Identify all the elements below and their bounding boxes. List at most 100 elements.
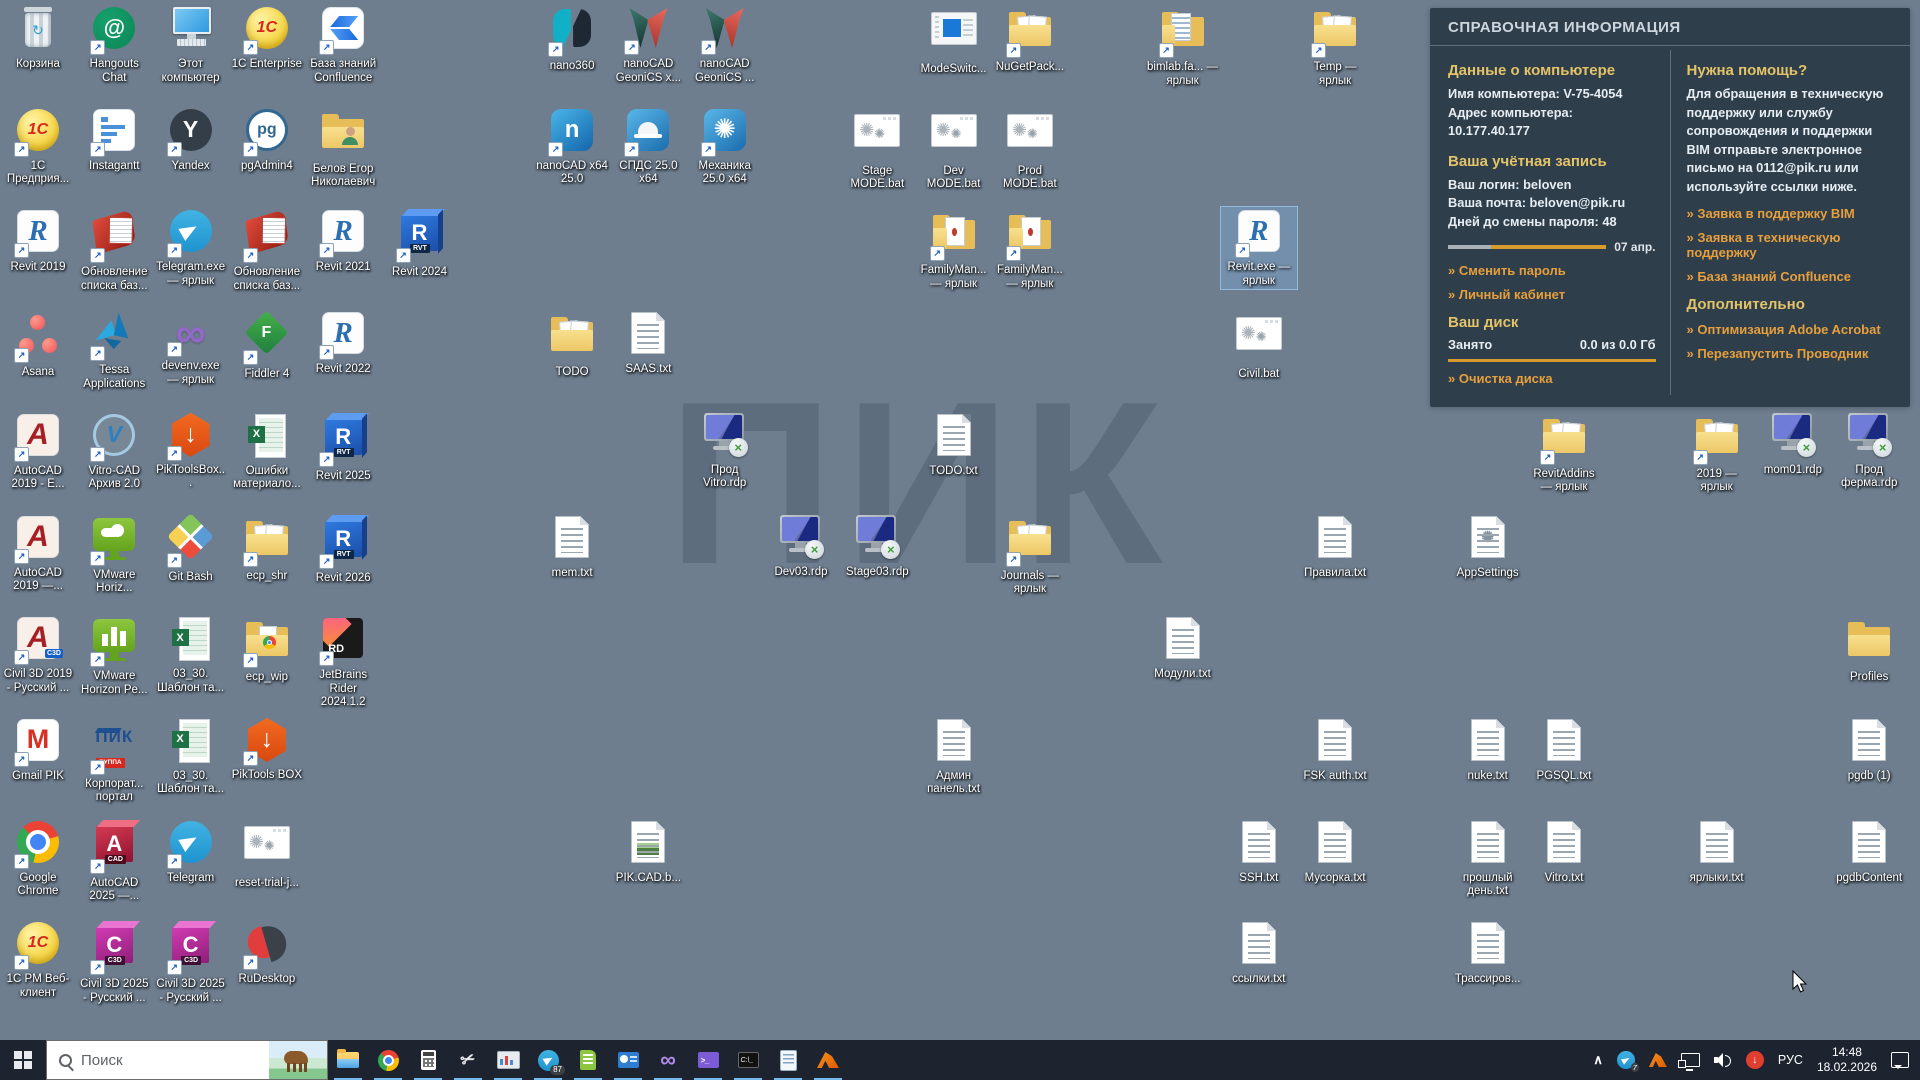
taskbar-pinned-notepad-plus-plus[interactable] <box>568 1040 608 1080</box>
desktop-icon-txt[interactable]: ярлыки.txt <box>1679 818 1755 886</box>
desktop-icon-2019[interactable]: ↗2019 — ярлык <box>1679 411 1755 495</box>
autodesk-tray-tray-button[interactable] <box>1642 1040 1674 1080</box>
desktop-icon-ssh-txt[interactable]: SSH.txt <box>1221 818 1297 886</box>
desktop-icon-txt[interactable]: Модули.txt <box>1145 614 1221 682</box>
desktop-icon-familyman[interactable]: ↗FamilyMan... — ярлык <box>992 207 1068 291</box>
desktop-icon-prod-mode-bat[interactable]: ✺✺Prod MODE.bat <box>992 106 1068 192</box>
desktop-icon-revit-2025[interactable]: RRVT↗Revit 2025 <box>305 411 381 484</box>
taskbar-pinned-calculator[interactable] <box>408 1040 448 1080</box>
desktop-icon-fsk-auth-txt[interactable]: FSK auth.txt <box>1297 716 1373 784</box>
taskbar-pinned-snipping-tool[interactable]: ✂ <box>448 1040 488 1080</box>
taskbar-pinned-powershell[interactable]: >_ <box>688 1040 728 1080</box>
desktop-icon-devenv-exe[interactable]: ∞↗devenv.exe — ярлык <box>153 309 229 387</box>
desktop-icon-txt[interactable]: прошлый день.txt <box>1450 818 1526 899</box>
desktop-icon-vitro-rdp[interactable]: ×Прод Vitro.rdp <box>687 411 763 491</box>
taskbar-pinned-file-explorer[interactable] <box>328 1040 368 1080</box>
restart-explorer-link[interactable]: » Перезапустить Проводник <box>1687 346 1895 361</box>
desktop-icon-dev03-rdp[interactable]: ×Dev03.rdp <box>763 513 839 580</box>
desktop-icon-dev-mode-bat[interactable]: ✺✺Dev MODE.bat <box>916 106 992 192</box>
desktop-icon-pgsql-txt[interactable]: PGSQL.txt <box>1526 716 1602 784</box>
change-password-link[interactable]: » Сменить пароль <box>1448 263 1656 278</box>
desktop-icon-icon-34[interactable]: XОшибки материало... <box>229 411 305 492</box>
desktop-icon-jetbrains-rider-2024-1-2[interactable]: RD↗JetBrains Rider 2024.1.2 <box>305 614 381 710</box>
desktop-icon-nanocad-geonics[interactable]: ↗nanoCAD GeoniCS ... <box>687 4 763 85</box>
desktop-icon-1[interactable]: 1С↗1С Предприя... <box>0 106 76 187</box>
desktop-icon-profiles[interactable]: Profiles <box>1831 614 1907 685</box>
desktop-icon-nugetpack[interactable]: ↗NuGetPack... <box>992 4 1068 75</box>
desktop-icon-piktools-box[interactable]: ↓↗PikTools BOX <box>229 716 305 783</box>
desktop-icon-nuke-txt[interactable]: nuke.txt <box>1450 716 1526 784</box>
desktop-icon-nano360[interactable]: ↗nano360 <box>534 4 610 74</box>
acrobat-optimize-link[interactable]: » Оптимизация Adobe Acrobat <box>1687 322 1895 337</box>
desktop-icon-pgdbcontent[interactable]: pgdbContent <box>1831 818 1907 886</box>
desktop-icon-revitaddins[interactable]: ↗RevitAddins — ярлык <box>1526 411 1602 495</box>
taskbar-pinned-telegram[interactable]: 87 <box>528 1040 568 1080</box>
desktop-icon-gmail-pik[interactable]: M↗Gmail PIK <box>0 716 76 784</box>
desktop-icon-icon-12[interactable]: ↗Обновление списка баз... <box>76 207 152 293</box>
desktop-icon-temp[interactable]: ↗Temp — ярлык <box>1297 4 1373 88</box>
desktop-icon-nanocad-x64-25-0[interactable]: n↗nanoCAD x64 25.0 <box>534 106 610 187</box>
desktop-icon-appsettings[interactable]: ✺AppSettings <box>1450 513 1526 581</box>
taskbar-pinned-notepad[interactable] <box>768 1040 808 1080</box>
piktools-tray-tray-button[interactable]: ↓ <box>1739 1040 1771 1080</box>
desktop-icon-mom01-rdp[interactable]: ×mom01.rdp <box>1755 411 1831 478</box>
taskbar-clock[interactable]: 14:4818.02.2026 <box>1810 1040 1884 1080</box>
desktop-icon-txt[interactable]: Мусорка.txt <box>1297 818 1373 886</box>
bim-support-link[interactable]: » Заявка в поддержку BIM <box>1687 206 1895 221</box>
telegram-tray-tray-button[interactable]: 7 <box>1610 1040 1642 1080</box>
taskbar-pinned-chrome[interactable] <box>368 1040 408 1080</box>
desktop-icon-vmware-horiz[interactable]: ↗VMware Horiz... <box>76 513 152 596</box>
desktop-icon-telegram-exe[interactable]: ↗Telegram.exe — ярлык <box>153 207 229 288</box>
desktop-icon-familyman[interactable]: ↗FamilyMan... — ярлык <box>916 207 992 291</box>
desktop-icon-1c-enterprise[interactable]: 1С↗1C Enterprise <box>229 4 305 72</box>
desktop-icon-autocad-2025[interactable]: ACAD↗AutoCAD 2025 —... <box>76 818 152 904</box>
confluence-kb-link[interactable]: » База знаний Confluence <box>1687 269 1895 284</box>
search-box[interactable]: Поиск <box>46 1040 328 1080</box>
desktop-icon-todo[interactable]: TODO <box>534 309 610 380</box>
desktop-icon-bimlab-fa[interactable]: ↗bimlab.fa... — ярлык <box>1145 4 1221 88</box>
desktop-icon-txt[interactable]: ссылки.txt <box>1221 919 1297 987</box>
desktop-icon-yandex[interactable]: Y↗Yandex <box>153 106 229 174</box>
desktop-icon-this-pc[interactable]: Этот компьютер <box>153 4 229 85</box>
desktop-icon-03-30[interactable]: X03_30. Шаблон та... <box>153 614 229 695</box>
desktop-icon-confluence[interactable]: ↗База знаний Confluence <box>305 4 381 85</box>
personal-cabinet-link[interactable]: » Личный кабинет <box>1448 287 1656 302</box>
desktop-icon-civil-3d-2025[interactable]: CC3D↗Civil 3D 2025 - Русский ... <box>76 919 152 1005</box>
desktop-icon-modeswitc[interactable]: ModeSwitc... <box>916 4 992 77</box>
desktop-icon-revit-exe-shortcut-selected[interactable]: R↗Revit.exe — ярлык <box>1221 207 1297 288</box>
desktop-icon-txt[interactable]: Правила.txt <box>1297 513 1373 581</box>
desktop-icon-ecp-wip[interactable]: ↗ecp_wip <box>229 614 305 685</box>
desktop-icon-txt[interactable]: Админ панель.txt <box>916 716 992 797</box>
desktop-icon-instagantt[interactable]: ↗Instagantt <box>76 106 152 174</box>
desktop-icon-revit-2021[interactable]: R↗Revit 2021 <box>305 207 381 275</box>
disk-cleanup-link[interactable]: » Очистка диска <box>1448 371 1656 386</box>
desktop-icon-icon-84[interactable]: Трассиров... <box>1450 919 1526 987</box>
desktop-icon-stage-mode-bat[interactable]: ✺✺Stage MODE.bat <box>839 106 915 192</box>
taskbar-pinned-resource-monitor[interactable] <box>488 1040 528 1080</box>
volume-tray-button[interactable] <box>1707 1040 1739 1080</box>
desktop-icon-nanocad-geonics-x[interactable]: ↗nanoCAD GeoniCS x... <box>610 4 686 85</box>
taskbar-pinned-visual-studio[interactable]: ∞ <box>648 1040 688 1080</box>
taskbar-pinned-cmd[interactable]: C:\_ <box>728 1040 768 1080</box>
desktop-icon-icon-41[interactable]: Белов Егор Николаевич <box>305 106 381 190</box>
action-center-button[interactable] <box>1884 1040 1916 1080</box>
desktop-icon-icon-17[interactable]: ПИКРУППА↗Корпорат... портал <box>76 716 152 805</box>
desktop-icon-25-0-x64[interactable]: ↗СПДС 25.0 x64 <box>610 106 686 187</box>
desktop-icon-revit-2024[interactable]: RRVT↗Revit 2024 <box>382 207 458 280</box>
desktop-icon-revit-2022[interactable]: R↗Revit 2022 <box>305 309 381 377</box>
desktop-icon-todo-txt[interactable]: TODO.txt <box>916 411 992 479</box>
taskbar-pinned-system-info[interactable] <box>608 1040 648 1080</box>
desktop-icon-journals[interactable]: ↗Journals — ярлык <box>992 513 1068 597</box>
desktop-icon-pgadmin4[interactable]: pg↗pgAdmin4 <box>229 106 305 174</box>
chevron-up-tray-button[interactable]: ∧ <box>1586 1040 1610 1080</box>
desktop-icon-mem-txt[interactable]: mem.txt <box>534 513 610 581</box>
desktop-icon-vitro-txt[interactable]: Vitro.txt <box>1526 818 1602 886</box>
desktop-icon-telegram[interactable]: ↗Telegram <box>153 818 229 886</box>
desktop-icon-reset-trial-j[interactable]: ✺✺reset-trial-j... <box>229 818 305 891</box>
desktop-icon-pgdb-1[interactable]: pgdb (1) <box>1831 716 1907 784</box>
desktop-icon-autocad-2019[interactable]: A↗AutoCAD 2019 —... <box>0 513 76 594</box>
desktop-icon-tessa-applications[interactable]: ↗Tessa Applications <box>76 309 152 391</box>
desktop-icon-civil-bat[interactable]: ✺✺Civil.bat <box>1221 309 1297 382</box>
desktop-icon-1-pm[interactable]: 1С↗1С PM Веб-клиент <box>0 919 76 1000</box>
search-daily-image[interactable] <box>269 1041 327 1079</box>
